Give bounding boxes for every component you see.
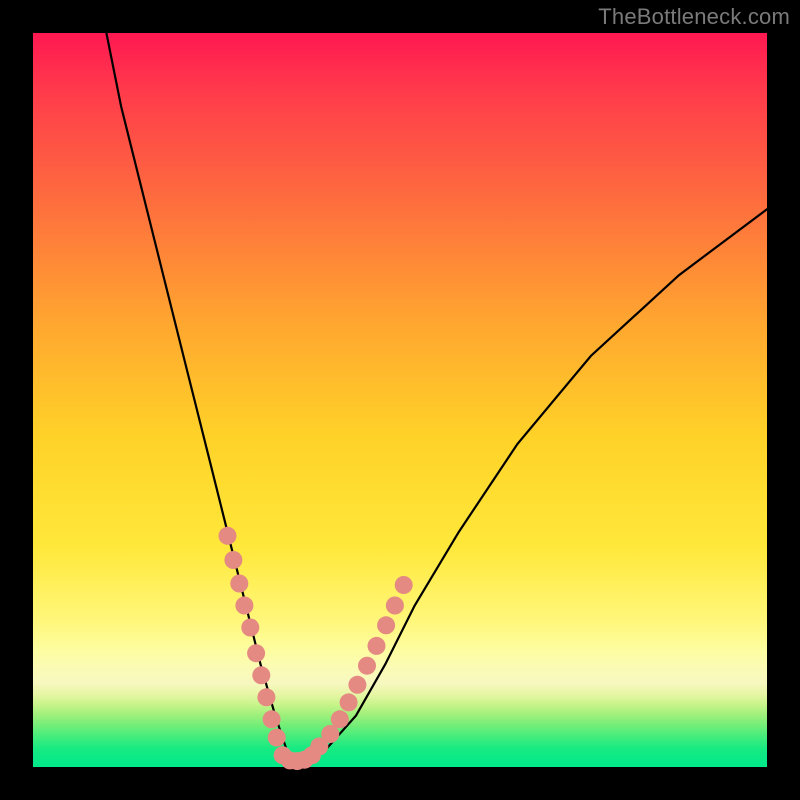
data-point xyxy=(252,666,270,684)
data-point xyxy=(268,729,286,747)
data-point xyxy=(331,710,349,728)
data-point xyxy=(235,597,253,615)
plot-area xyxy=(33,33,767,767)
data-point xyxy=(247,644,265,662)
data-point xyxy=(224,551,242,569)
data-point xyxy=(257,688,275,706)
data-point xyxy=(395,576,413,594)
bottleneck-curve xyxy=(106,33,767,761)
data-point xyxy=(230,575,248,593)
data-point xyxy=(358,657,376,675)
data-point xyxy=(348,676,366,694)
data-points-group xyxy=(219,527,413,770)
watermark-text: TheBottleneck.com xyxy=(598,4,790,30)
chart-overlay xyxy=(33,33,767,767)
data-point xyxy=(340,693,358,711)
chart-frame: TheBottleneck.com xyxy=(0,0,800,800)
data-point xyxy=(219,527,237,545)
data-point xyxy=(386,597,404,615)
data-point xyxy=(377,616,395,634)
data-point xyxy=(241,619,259,637)
data-point xyxy=(368,637,386,655)
data-point xyxy=(263,710,281,728)
